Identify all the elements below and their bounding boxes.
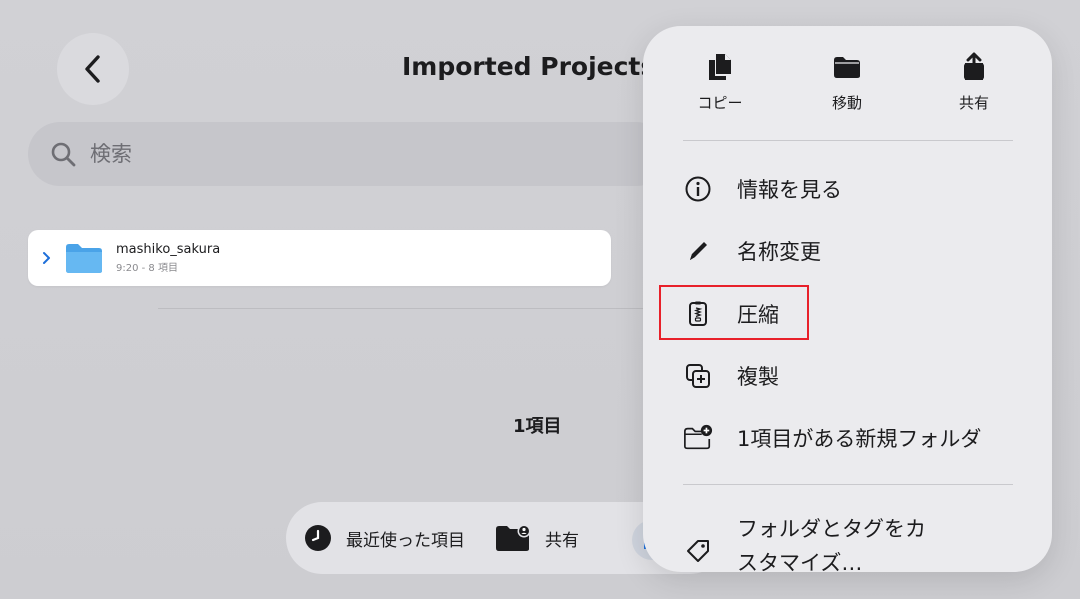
- pencil-icon: [690, 242, 707, 260]
- folder-subtitle: 9:20 - 8 項目: [116, 263, 178, 274]
- search-bar[interactable]: [28, 122, 668, 186]
- share-icon: [964, 52, 984, 80]
- menu-item-new-folder[interactable]: 1項目がある新規フォルダ: [683, 416, 1023, 460]
- menu-separator: [683, 140, 1013, 141]
- tab-shared-label: 共有: [545, 530, 579, 551]
- quick-actions: コピー 移動 共有: [643, 26, 1052, 156]
- tag-icon: [687, 540, 709, 562]
- back-button[interactable]: [57, 33, 129, 105]
- duplicate-icon: [686, 364, 710, 388]
- copy-label: コピー: [697, 94, 743, 112]
- chevron-right-icon[interactable]: [40, 251, 52, 265]
- move-button[interactable]: 移動: [802, 52, 892, 113]
- tab-shared[interactable]: 共有: [495, 524, 579, 552]
- info-icon: [685, 176, 711, 202]
- menu-item-rename[interactable]: 名称変更: [683, 229, 1023, 273]
- menu-item-label: フォルダとタグをカスタマイズ…: [737, 517, 926, 572]
- search-icon: [51, 142, 76, 167]
- new-folder-icon: [684, 424, 713, 450]
- highlight-box: [659, 285, 809, 340]
- divider: [158, 308, 650, 309]
- page-title: Imported Projects: [402, 52, 656, 81]
- shared-folder-icon: [496, 524, 531, 551]
- menu-item-get-info[interactable]: 情報を見る: [683, 167, 1023, 211]
- clock-icon: [305, 525, 331, 551]
- item-count: 1項目: [513, 416, 562, 437]
- menu-item-label: 情報を見る: [737, 178, 842, 202]
- menu-separator: [683, 484, 1013, 485]
- list-item[interactable]: mashiko_sakura 9:20 - 8 項目: [28, 230, 611, 286]
- folder-icon: [66, 244, 102, 273]
- menu-item-label: 複製: [737, 365, 779, 389]
- tab-recents-label: 最近使った項目: [346, 530, 465, 551]
- move-label: 移動: [831, 94, 862, 112]
- folder-name: mashiko_sakura: [116, 242, 221, 257]
- share-button[interactable]: 共有: [929, 52, 1019, 113]
- menu-item-label: 名称変更: [737, 240, 821, 264]
- doc-copy-icon: [709, 54, 731, 80]
- menu-item-customize[interactable]: フォルダとタグをカスタマイズ…: [683, 512, 1023, 572]
- menu-item-label: 1項目がある新規フォルダ: [737, 427, 982, 451]
- folder-icon: [834, 57, 860, 78]
- menu-item-duplicate[interactable]: 複製: [683, 354, 1023, 398]
- share-label: 共有: [958, 94, 989, 112]
- search-input[interactable]: [88, 141, 592, 167]
- tab-recents[interactable]: 最近使った項目: [304, 524, 465, 552]
- copy-button[interactable]: コピー: [675, 52, 765, 113]
- chevron-left-icon: [85, 55, 100, 83]
